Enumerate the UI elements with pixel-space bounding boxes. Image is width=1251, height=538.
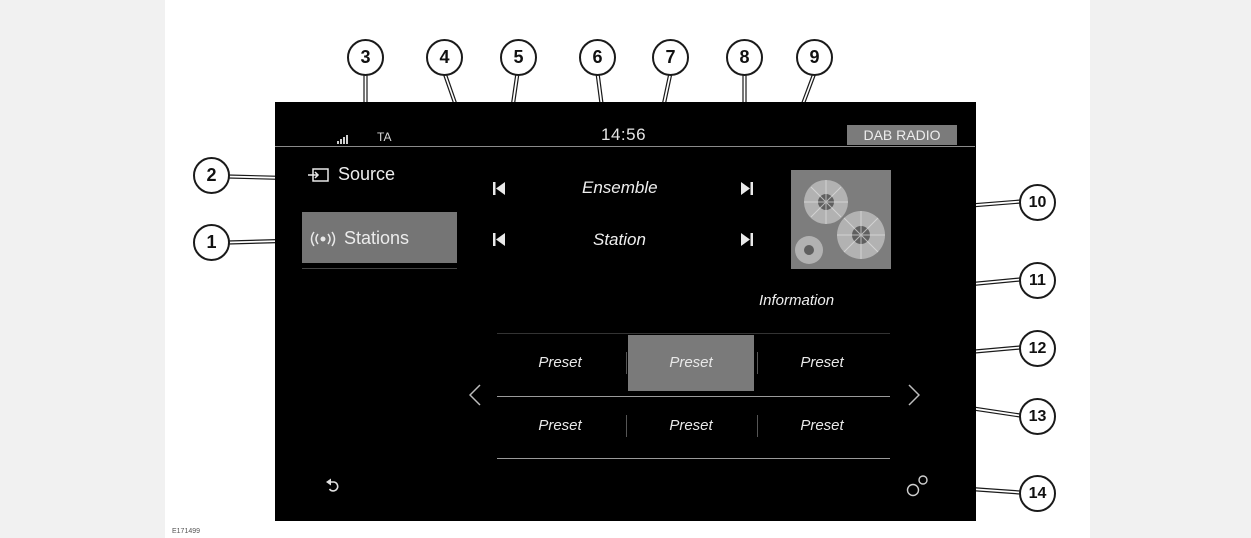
chevron-left-icon[interactable] [469,384,481,406]
callout-5: 5 [500,39,537,76]
callout-6: 6 [579,39,616,76]
callout-2: 2 [193,157,230,194]
signal-icon [337,135,348,144]
preset-divider [757,352,758,374]
source-icon [308,167,329,182]
clock: 14:56 [601,125,647,144]
preset-5[interactable]: Preset [628,398,754,454]
preset-1[interactable]: Preset [497,335,623,391]
source-button[interactable]: Source [308,164,395,185]
information-text: Information [759,292,835,309]
infotainment-screen: TA 14:56 DAB RADIO Source Stations Ensem… [275,102,976,521]
callout-7: 7 [652,39,689,76]
callout-10: 10 [1019,184,1056,221]
callout-13: 13 [1019,398,1056,435]
preset-divider [626,415,627,437]
callout-9: 9 [796,39,833,76]
preset-middle-divider [497,396,890,397]
source-label: Source [338,164,396,184]
status-divider [275,146,975,147]
stations-label: Stations [344,228,410,248]
preset-2[interactable]: Preset [628,335,754,391]
preset-divider [757,415,758,437]
callout-3: 3 [347,39,384,76]
menu-divider [302,268,457,269]
callout-11: 11 [1019,262,1056,299]
stations-label-row: Stations [308,228,409,249]
skip-forward-icon[interactable] [741,182,753,195]
callout-1: 1 [193,224,230,261]
traffic-announcement-indicator: TA [377,130,392,144]
preset-top-divider [497,333,890,334]
preset-3[interactable]: Preset [759,335,885,391]
callout-14: 14 [1019,475,1056,512]
skip-back-icon[interactable] [493,182,505,195]
skip-back-icon[interactable] [493,233,505,246]
station-name: Station [593,230,646,249]
callout-4: 4 [426,39,463,76]
chevron-right-icon[interactable] [908,384,920,406]
ensemble-name: Ensemble [582,178,658,197]
back-icon[interactable] [326,478,340,494]
mode-badge: DAB RADIO [847,125,957,145]
skip-forward-icon[interactable] [741,233,753,246]
preset-divider [626,352,627,374]
callout-8: 8 [726,39,763,76]
callout-12: 12 [1019,330,1056,367]
preset-6[interactable]: Preset [759,398,885,454]
preset-bottom-divider [497,458,890,459]
stations-icon [310,231,336,246]
preset-4[interactable]: Preset [497,398,623,454]
figure-code: E171499 [172,528,201,535]
settings-icon[interactable] [905,474,933,498]
station-artwork [791,170,891,269]
